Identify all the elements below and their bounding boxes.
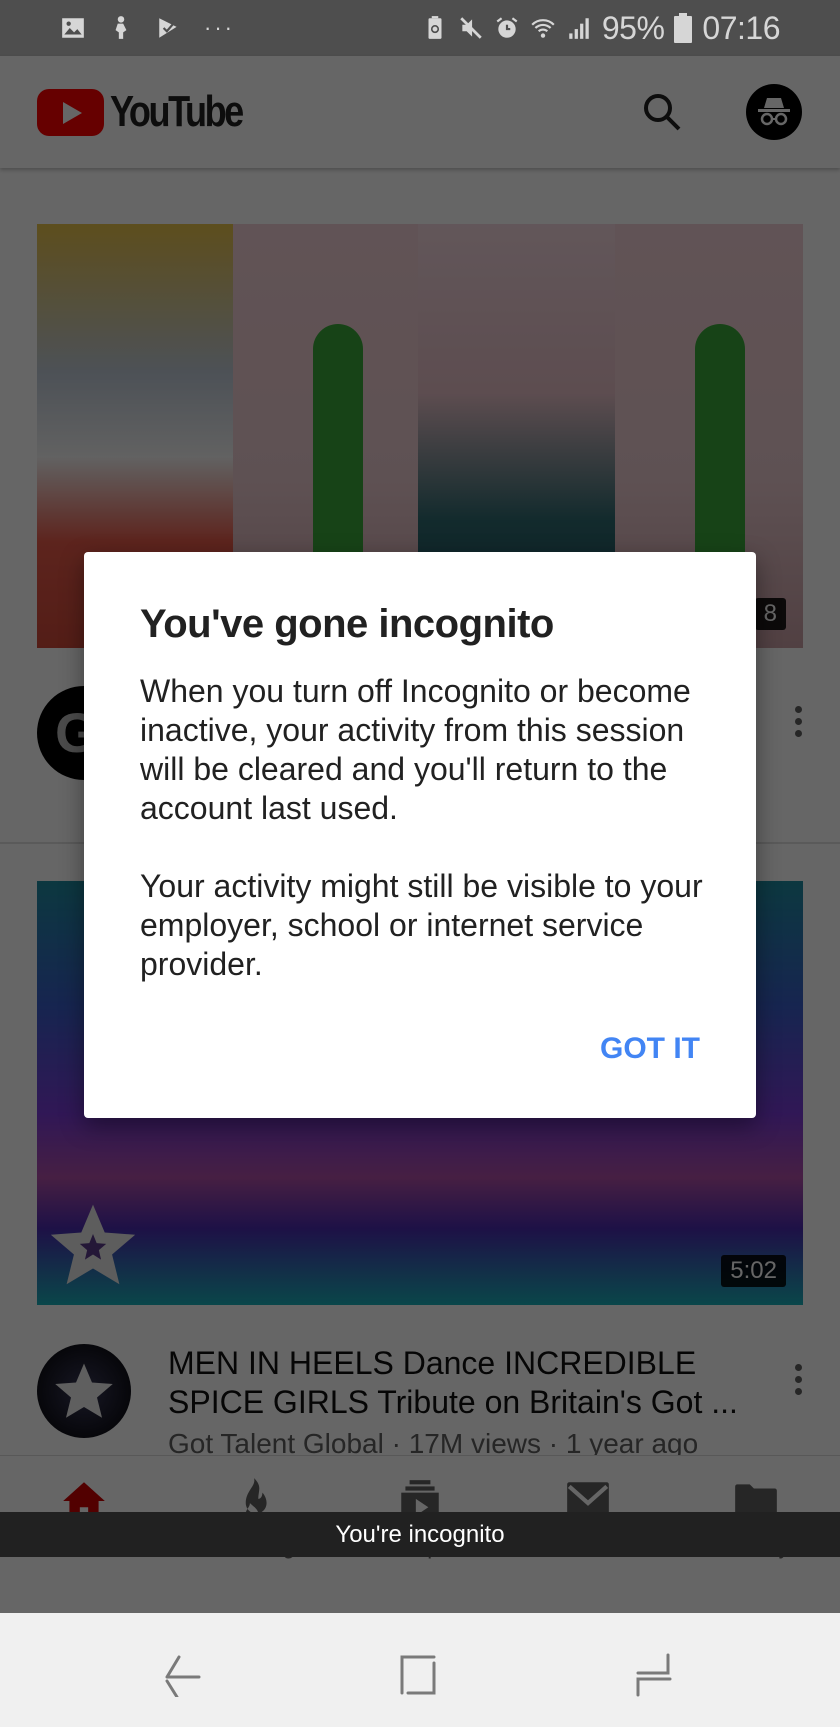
recents-icon[interactable]: [634, 1653, 674, 1697]
mute-icon: [460, 17, 482, 39]
incognito-banner: You're incognito: [0, 1512, 840, 1557]
clock: 07:16: [702, 9, 780, 46]
status-bar: ··· 95% 07:16: [0, 0, 840, 56]
back-icon[interactable]: [163, 1653, 203, 1697]
battery-percent: 95%: [601, 9, 665, 46]
system-navigation-bar: [0, 1613, 840, 1727]
alarm-icon: [496, 17, 518, 38]
incognito-dialog: You've gone incognito When you turn off …: [84, 552, 756, 1118]
signal-icon: [569, 18, 589, 39]
wifi-icon: [531, 19, 555, 38]
more-notifications-icon: ···: [204, 15, 235, 40]
dialog-paragraph: When you turn off Incognito or become in…: [140, 673, 691, 826]
battery-saver-icon: [428, 16, 442, 39]
dialog-paragraph: Your activity might still be visible to …: [140, 868, 703, 982]
gallery-icon: [62, 18, 84, 38]
battery-icon: [674, 13, 693, 43]
pregnancy-app-icon: [115, 16, 127, 39]
check-app-icon: [159, 18, 177, 38]
home-button-icon[interactable]: [398, 1653, 438, 1697]
dialog-body: When you turn off Incognito or become in…: [140, 672, 710, 984]
got-it-button[interactable]: GOT IT: [600, 1032, 700, 1066]
dialog-title: You've gone incognito: [140, 602, 554, 646]
